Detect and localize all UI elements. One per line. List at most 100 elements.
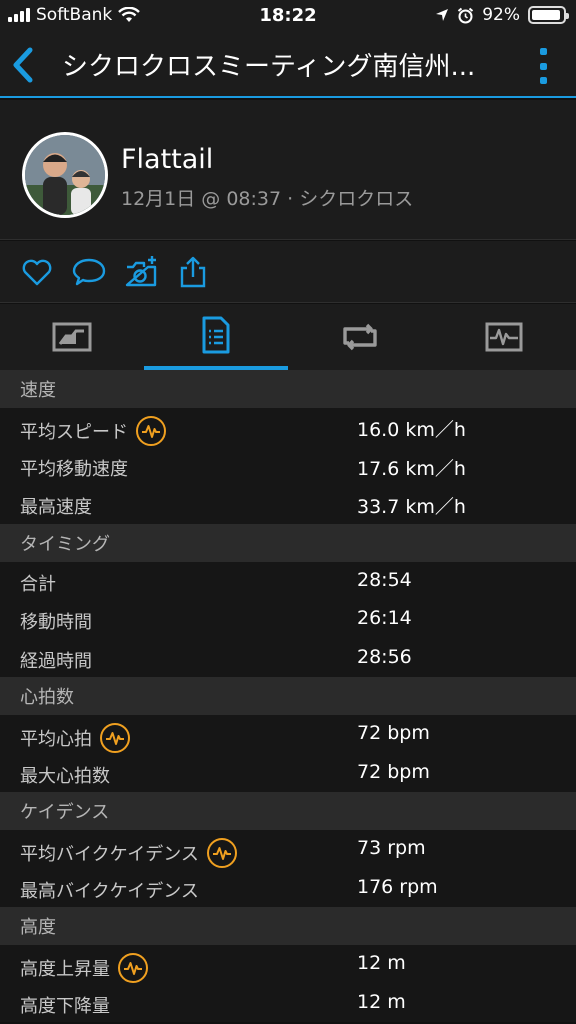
- tab-bar: [0, 304, 576, 370]
- alarm-icon: [458, 7, 474, 23]
- stat-row: 平均バイクケイデンス 73 rpm: [0, 830, 576, 869]
- stat-label-text: 最高バイクケイデンス: [20, 880, 199, 902]
- stat-label: 平均移動速度: [20, 455, 128, 481]
- user-name[interactable]: Flattail: [121, 144, 213, 175]
- section-header: ケイデンス: [0, 792, 576, 830]
- like-icon: [22, 259, 52, 286]
- section-header: タイミング: [0, 523, 576, 562]
- hr-wave-icon: [142, 425, 160, 438]
- add-photo-icon: [125, 256, 157, 287]
- battery-icon: [528, 6, 569, 24]
- comment-button[interactable]: [72, 255, 106, 289]
- stat-label-text: 移動時間: [20, 612, 92, 633]
- stats-list-icon: [202, 316, 230, 354]
- stat-value: 176 rpm: [357, 875, 438, 898]
- stat-label-text: 最高速度: [20, 497, 92, 518]
- stat-row: 平均移動速度 17.6 km／h: [0, 446, 576, 485]
- stat-value: 12 m: [357, 990, 406, 1013]
- stat-label: 経過時間: [20, 647, 92, 673]
- hr-wave-icon: [106, 732, 124, 745]
- stat-label: 高度上昇量: [20, 953, 148, 983]
- heart-rate-badge[interactable]: [206, 838, 237, 868]
- stat-row: 高度下降量 12 m: [0, 983, 576, 1022]
- tab-stats[interactable]: [144, 304, 288, 370]
- heart-rate-badge[interactable]: [118, 953, 148, 983]
- more-dot: [539, 77, 547, 84]
- stat-label-text: 経過時間: [20, 650, 92, 672]
- hr-wave-icon: [124, 962, 142, 975]
- stat-row: 平均心拍 72 bpm: [0, 715, 576, 754]
- stat-label-text: 合計: [20, 573, 56, 595]
- stat-value: 26:14: [357, 607, 412, 629]
- battery-percent: 92%: [482, 5, 520, 25]
- status-right: 92%: [435, 5, 569, 25]
- stat-label: 平均心拍: [20, 723, 130, 753]
- more-dot: [539, 48, 547, 55]
- chevron-left-icon: [13, 47, 33, 83]
- stat-value: 72 bpm: [357, 760, 430, 783]
- stat-label: 最高バイクケイデンス: [20, 877, 199, 903]
- avatar[interactable]: [22, 132, 108, 218]
- stat-label-text: 平均バイクケイデンス: [20, 844, 199, 865]
- stat-label: 最大心拍数: [20, 762, 110, 788]
- stat-label: 平均バイクケイデンス: [20, 838, 237, 868]
- summary-chart-icon: [52, 322, 92, 352]
- tab-summary[interactable]: [0, 304, 144, 370]
- stat-label-text: 平均移動速度: [20, 458, 128, 480]
- stat-label-text: 平均心拍: [20, 729, 92, 750]
- stat-label-text: 高度下降量: [20, 995, 110, 1017]
- stat-label-text: 平均スピード: [20, 422, 128, 443]
- page-title: シクロクロスミーティング南信州...: [62, 52, 476, 82]
- stat-value: 28:56: [357, 645, 412, 668]
- more-dot: [539, 62, 547, 70]
- stat-label-text: 最大心拍数: [20, 765, 110, 787]
- stat-row: 最大心拍数 72 bpm: [0, 753, 576, 792]
- stat-value: 33.7 km／h: [357, 496, 466, 518]
- stat-label: 高度下降量: [20, 992, 110, 1018]
- share-button[interactable]: [176, 255, 210, 289]
- activity-header: Flattail 12月1日 @ 08:37 · シクロクロス: [0, 100, 576, 240]
- stat-row: 平均スピード 16.0 km／h: [0, 408, 576, 447]
- activity-meta: 12月1日 @ 08:37 · シクロクロス: [121, 188, 414, 210]
- laps-icon: [343, 323, 377, 351]
- stat-row: 合計 28:54: [0, 561, 576, 600]
- back-button[interactable]: [8, 46, 40, 84]
- stat-value: 28:54: [357, 568, 412, 591]
- action-bar: [0, 241, 576, 303]
- section-header: 速度: [0, 370, 576, 408]
- heart-rate-badge[interactable]: [136, 416, 166, 446]
- more-options-button[interactable]: [536, 48, 550, 84]
- section-header: 高度: [0, 907, 576, 945]
- section-header: 心拍数: [0, 677, 576, 715]
- location-arrow-icon: [436, 9, 449, 21]
- heart-rate-badge[interactable]: [100, 723, 130, 753]
- stat-label: 平均スピード: [20, 416, 166, 446]
- stat-value: 16.0 km／h: [357, 419, 466, 441]
- tab-graph[interactable]: [432, 304, 576, 370]
- stat-label: 移動時間: [20, 608, 92, 634]
- stat-row: 移動時間 26:14: [0, 600, 576, 639]
- stats-list: 速度平均スピード 16.0 km／h 平均移動速度 17.6 km／h 最高速度 33.7…: [0, 370, 576, 1022]
- tab-laps[interactable]: [288, 304, 432, 370]
- stat-row: 最高バイクケイデンス 176 rpm: [0, 868, 576, 907]
- battery-level: [532, 10, 560, 20]
- avatar-photo: [25, 135, 105, 215]
- add-photo-button[interactable]: [124, 255, 158, 289]
- stat-row: 高度上昇量 12 m: [0, 945, 576, 984]
- stat-value: 72 bpm: [357, 722, 430, 744]
- stat-row: 最高速度 33.7 km／h: [0, 485, 576, 524]
- status-bar: SoftBank 18:22 92%: [0, 0, 576, 32]
- like-button[interactable]: [20, 255, 54, 289]
- stat-row: 経過時間 28:56: [0, 638, 576, 677]
- share-icon: [180, 256, 206, 288]
- nav-bar: シクロクロスミーティング南信州...: [0, 32, 576, 98]
- stat-label: 最高速度: [20, 493, 92, 519]
- graph-icon: [485, 322, 523, 352]
- comment-icon: [72, 258, 106, 286]
- stat-value: 73 rpm: [357, 837, 426, 859]
- stat-value: 17.6 km／h: [357, 457, 466, 480]
- stat-value: 12 m: [357, 952, 406, 974]
- stat-label-text: 高度上昇量: [20, 959, 110, 980]
- stat-label: 合計: [20, 570, 56, 596]
- hr-wave-icon: [212, 847, 231, 860]
